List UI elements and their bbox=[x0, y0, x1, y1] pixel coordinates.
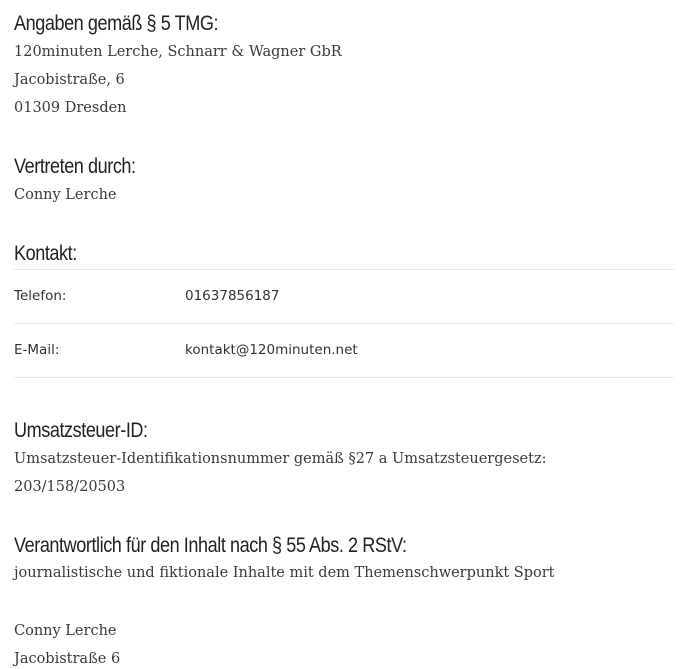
heading-verantwortlich: Verantwortlich für den Inhalt nach § 55 … bbox=[14, 534, 407, 557]
heading-kontakt: Kontakt: bbox=[14, 242, 77, 265]
phone-value: 01637856187 bbox=[185, 288, 280, 304]
company-city: 01309 Dresden bbox=[14, 100, 127, 116]
contact-table: Telefon: 01637856187 E-Mail: kontakt@120… bbox=[14, 269, 674, 378]
heading-umsatzsteuer: Umsatzsteuer-ID: bbox=[14, 419, 148, 442]
responsible-name: Conny Lerche bbox=[14, 623, 117, 639]
company-name: 120minuten Lerche, Schnarr & Wagner GbR bbox=[14, 44, 342, 60]
email-label: E-Mail: bbox=[14, 342, 60, 358]
content-focus: journalistische und fiktionale Inhalte m… bbox=[14, 565, 555, 581]
responsible-street: Jacobistraße 6 bbox=[14, 651, 121, 667]
contact-row-email: E-Mail: kontakt@120minuten.net bbox=[14, 323, 674, 378]
heading-angaben: Angaben gemäß § 5 TMG: bbox=[14, 12, 219, 35]
vat-description: Umsatzsteuer-Identifikationsnummer gemäß… bbox=[14, 451, 547, 467]
vat-number: 203/158/20503 bbox=[14, 479, 126, 495]
email-value[interactable]: kontakt@120minuten.net bbox=[185, 342, 358, 358]
representative-name: Conny Lerche bbox=[14, 187, 117, 203]
phone-label: Telefon: bbox=[14, 288, 67, 304]
contact-row-phone: Telefon: 01637856187 bbox=[14, 269, 674, 323]
heading-vertreten: Vertreten durch: bbox=[14, 155, 136, 178]
company-street: Jacobistraße, 6 bbox=[14, 72, 125, 88]
